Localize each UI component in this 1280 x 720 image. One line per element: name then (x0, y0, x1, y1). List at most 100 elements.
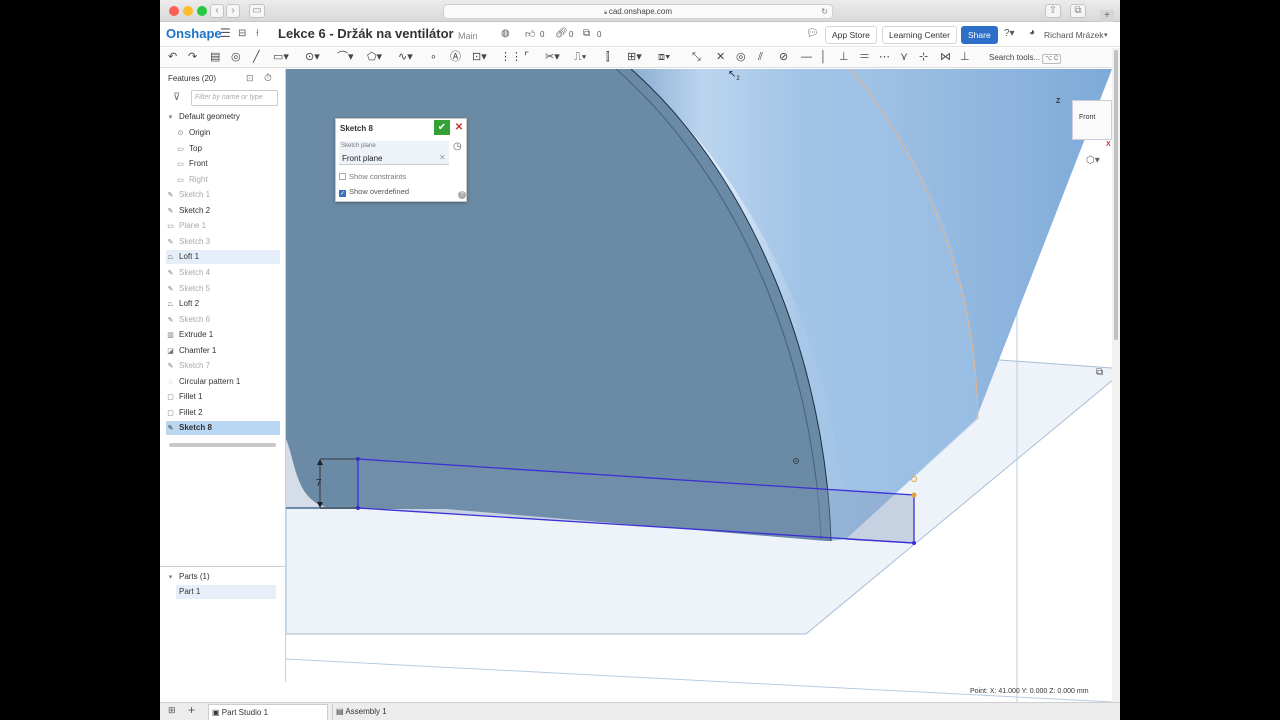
redo-icon[interactable]: ↷ (188, 51, 197, 64)
comments-icon[interactable]: 💬︎ (806, 28, 819, 39)
feature-item[interactable]: ⏢ Loft 1 (166, 250, 280, 265)
appearance-panel-icon[interactable]: ⧉ (1096, 367, 1103, 378)
feature-item[interactable]: ✎ Sketch 5 (166, 282, 280, 296)
help-icon[interactable]: ? (458, 191, 466, 199)
fillet-sketch-icon[interactable]: ⌜ (524, 51, 529, 64)
show-constraints-checkbox[interactable]: Show constraints (339, 172, 406, 182)
feature-item[interactable]: ✎ Sketch 7 (166, 359, 280, 373)
globe-icon[interactable]: ◍ (501, 28, 510, 39)
dimension-icon[interactable]: ⤡ (692, 51, 701, 64)
coincident-icon[interactable]: ✕ (716, 51, 725, 64)
add-folder-icon[interactable]: ⊡ (246, 73, 254, 84)
hamburger-menu-icon[interactable]: ☰ (220, 26, 231, 40)
mirror-icon[interactable]: ⫿ (606, 51, 610, 64)
midpoint-icon[interactable]: ⋯ (879, 51, 890, 64)
share-sheet-icon[interactable]: ⇧ (1045, 4, 1061, 18)
arc-icon[interactable]: ⌒▾ (337, 51, 354, 64)
feature-item[interactable]: ⊙ Origin (176, 126, 280, 140)
feature-item[interactable]: ▢ Fillet 2 (166, 406, 280, 420)
normal-icon[interactable]: ⋎ (900, 51, 908, 64)
learning-center-button[interactable]: Learning Center (882, 26, 957, 44)
dialog-title[interactable]: Sketch 8 (340, 124, 373, 133)
sketch-vertex[interactable] (912, 541, 916, 545)
vertical-icon[interactable]: │ (820, 51, 827, 64)
version-graph-icon[interactable]: ⊟ (238, 28, 246, 39)
feature-item[interactable]: ✎ Sketch 8 (166, 421, 280, 436)
tangent-icon[interactable]: ⊘ (779, 51, 788, 64)
concentric-icon[interactable]: ◎ (736, 51, 746, 64)
use-icon[interactable]: ◎ (231, 51, 241, 64)
link-icon[interactable]: 🔗︎ (555, 28, 568, 39)
feature-item[interactable]: ◪ Chamfer 1 (166, 344, 280, 358)
like-icon[interactable]: 👍︎ (525, 28, 535, 40)
app-store-button[interactable]: App Store (825, 26, 877, 44)
address-bar[interactable]: 🔒︎ cad.onshape.com ↻ (443, 4, 833, 19)
perpendicular-icon[interactable]: ⊥ (839, 51, 849, 64)
feature-item[interactable]: ✎ Sketch 6 (166, 313, 280, 327)
copy-sketch-icon[interactable]: ▤ (210, 51, 220, 64)
chevron-down-icon[interactable]: ▾ (1104, 31, 1108, 39)
equal-icon[interactable]: ＝ (859, 51, 870, 64)
add-instance-icon[interactable]: ⍿ (256, 28, 259, 39)
tab-manager-icon[interactable]: ⊞ (168, 705, 176, 716)
new-tab-button[interactable]: + (1100, 10, 1114, 22)
forward-button[interactable]: › (226, 4, 240, 18)
page-scrollbar[interactable] (1112, 48, 1120, 702)
dimension-value[interactable]: 7 (316, 478, 322, 489)
close-window-button[interactable] (169, 6, 179, 16)
view-cube[interactable]: Front (1072, 100, 1112, 140)
feature-item[interactable]: ◌ Circular pattern 1 (166, 375, 280, 389)
sidebar-toggle-icon[interactable]: ▭ (249, 4, 265, 18)
feature-item[interactable]: ▭ Right (176, 173, 280, 187)
construction-icon[interactable]: ⋮⋮ (500, 51, 522, 64)
back-button[interactable]: ‹ (210, 4, 224, 18)
parts-folder[interactable]: ▾ Parts (1) (166, 570, 280, 584)
user-menu[interactable]: Richard Mrázek (1044, 30, 1104, 40)
minimize-window-button[interactable] (183, 6, 193, 16)
feature-item[interactable]: ▥ Extrude 1 (166, 328, 280, 342)
copy-icon[interactable]: ⧉ (583, 28, 590, 39)
feature-filter-input[interactable]: Filter by name or type (191, 90, 278, 106)
checkbox-icon[interactable] (339, 173, 346, 180)
feature-item[interactable]: ⏢ Loft 2 (166, 297, 280, 311)
feature-item[interactable]: ✎ Sketch 3 (166, 235, 280, 249)
chevron-down-icon[interactable]: ▾ (166, 571, 175, 585)
image-icon[interactable]: ⊡▾ (472, 51, 487, 64)
cancel-button[interactable]: ✕ (453, 120, 465, 135)
parallel-icon[interactable]: ⫽ (758, 51, 763, 64)
part-list-item[interactable]: Part 1 (176, 585, 276, 599)
onshape-logo[interactable]: Onshape (166, 26, 222, 41)
rollback-icon[interactable]: ⏱︎ (264, 73, 272, 84)
feature-item[interactable]: ✎ Sketch 4 (166, 266, 280, 280)
sketch-vertex-highlight[interactable] (911, 492, 917, 498)
checkbox-checked-icon[interactable]: ✓ (339, 190, 346, 197)
tab-assembly-1[interactable]: ▤ Assembly 1 (332, 704, 452, 720)
sketch-plane-field[interactable]: Sketch plane Front plane ✕ (339, 141, 449, 165)
pierce-icon[interactable]: ⊹ (919, 51, 928, 64)
chevron-down-icon[interactable]: ▾ (166, 111, 175, 125)
feature-item[interactable]: ▭ Top (176, 142, 280, 156)
horizontal-icon[interactable]: — (801, 51, 812, 64)
trim-icon[interactable]: ✂▾ (545, 51, 560, 64)
tabs-overview-icon[interactable]: ⧉ (1070, 4, 1086, 18)
document-title[interactable]: Lekce 6 - Držák na ventilátor (278, 26, 454, 41)
transform-icon[interactable]: ⧈▾ (658, 51, 670, 64)
default-geometry-folder[interactable]: ▾ Default geometry (166, 110, 280, 124)
pattern-icon[interactable]: ⊞▾ (627, 51, 642, 64)
avatar[interactable]: ◕ (1029, 27, 1035, 38)
fix-icon[interactable]: ⊥ (960, 51, 970, 64)
history-icon[interactable]: ◷ (453, 141, 462, 152)
tab-part-studio-1[interactable]: ▣ Part Studio 1 (208, 704, 328, 720)
help-icon[interactable]: ?▾ (1004, 28, 1015, 39)
circle-icon[interactable]: ⊙▾ (305, 51, 320, 64)
line-icon[interactable]: ╱ (253, 51, 260, 64)
text-icon[interactable]: Ⓐ (450, 51, 461, 64)
feature-item[interactable]: ▭ Front (176, 157, 280, 171)
symmetric-icon[interactable]: ⋈ (940, 51, 951, 64)
rectangle-icon[interactable]: ▭▾ (273, 51, 289, 64)
reload-icon[interactable]: ↻ (821, 5, 828, 18)
feature-item[interactable]: ▭ Plane 1 (166, 219, 280, 233)
filter-icon[interactable]: ⊽ (173, 92, 180, 103)
accept-button[interactable]: ✔ (434, 120, 450, 135)
show-overdefined-checkbox[interactable]: ✓ Show overdefined (339, 187, 409, 197)
